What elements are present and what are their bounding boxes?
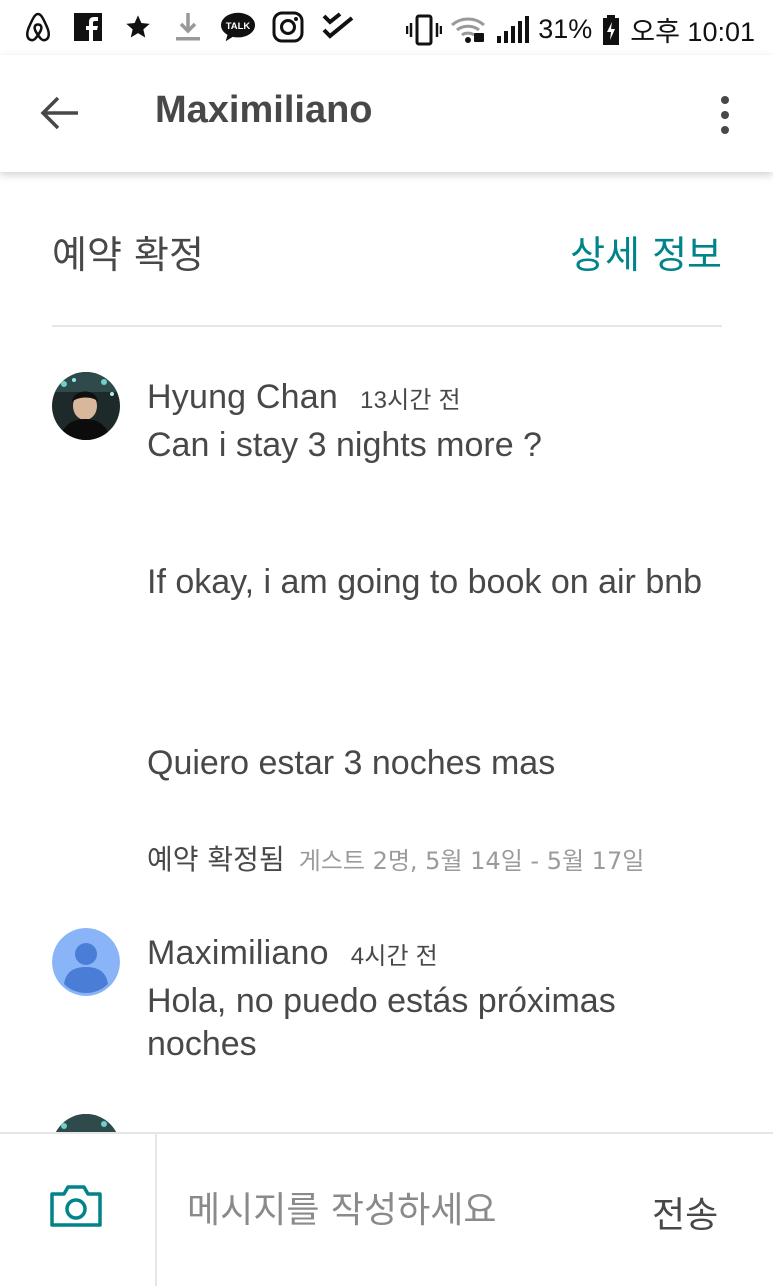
more-dot-icon [721, 96, 729, 104]
instagram-icon [270, 9, 306, 45]
avatar-default[interactable] [52, 928, 120, 996]
message-paragraph: If okay, i am going to book on air bnb [147, 563, 703, 601]
checklist-icon [320, 9, 356, 45]
facebook-icon [70, 9, 106, 45]
more-options-button[interactable] [705, 87, 745, 143]
message-time: 13시간 전 [360, 387, 461, 414]
message-composer: 전송 [0, 1132, 773, 1286]
divider [52, 325, 722, 327]
back-button[interactable] [32, 85, 88, 141]
camera-icon [50, 1185, 102, 1227]
avatar-photo[interactable] [52, 372, 120, 440]
reservation-status: 예약 확정 [52, 233, 204, 277]
sender-name: Hyung Chan [147, 378, 339, 416]
battery-icon [600, 12, 622, 48]
app-bar: Maximiliano [0, 55, 773, 172]
more-dot-icon [721, 111, 729, 119]
conversation-thread[interactable]: 예약 확정 상세 정보 Hyung Chan 13시간 전 Can i stay … [0, 172, 773, 1132]
details-link[interactable]: 상세 정보 [570, 224, 722, 279]
more-dot-icon [721, 126, 729, 134]
airbnb-icon [20, 9, 56, 45]
system-status: 31% 오후 10:01 [406, 10, 755, 49]
confirmation-detail: 게스트 2명, 5월 14일 - 5월 17일 [298, 847, 645, 875]
divider [155, 1134, 157, 1286]
signal-icon [494, 12, 530, 48]
wifi-icon [450, 12, 486, 48]
person-icon [52, 928, 120, 996]
message-time: 4시간 전 [350, 943, 438, 970]
reservation-header: 예약 확정 상세 정보 [52, 224, 722, 280]
clock: 오후 10:01 [630, 17, 755, 47]
kakaotalk-label: TALK [226, 21, 251, 32]
message-paragraph: Can i stay 3 nights more ? [147, 426, 542, 464]
message-input[interactable] [185, 1176, 609, 1244]
send-button[interactable]: 전송 [652, 1186, 718, 1238]
notification-icons: TALK [20, 9, 356, 45]
star-icon [120, 9, 156, 45]
message-header: Maximiliano 4시간 전 [147, 934, 438, 973]
battery-percent: 31% [538, 14, 593, 44]
message-header: Hyung Chan 13시간 전 [147, 378, 461, 417]
message-paragraph: Hola, no puedo estás próximas noches [147, 982, 616, 1063]
camera-button[interactable] [48, 1184, 108, 1234]
status-bar: TALK 31% 오후 10:01 [0, 0, 773, 55]
confirmation-label: 예약 확정됨 [147, 843, 285, 876]
page-title: Maximiliano [155, 89, 373, 131]
sender-name: Maximiliano [147, 934, 329, 972]
avatar-photo[interactable] [52, 1114, 120, 1132]
message-paragraph: Quiero estar 3 noches mas [147, 744, 556, 782]
kakaotalk-icon: TALK [220, 9, 256, 45]
vibrate-icon [406, 12, 443, 48]
download-icon [170, 9, 206, 45]
booking-confirmation: 예약 확정됨 게스트 2명, 5월 14일 - 5월 17일 [147, 838, 644, 878]
back-arrow-icon [40, 96, 78, 130]
